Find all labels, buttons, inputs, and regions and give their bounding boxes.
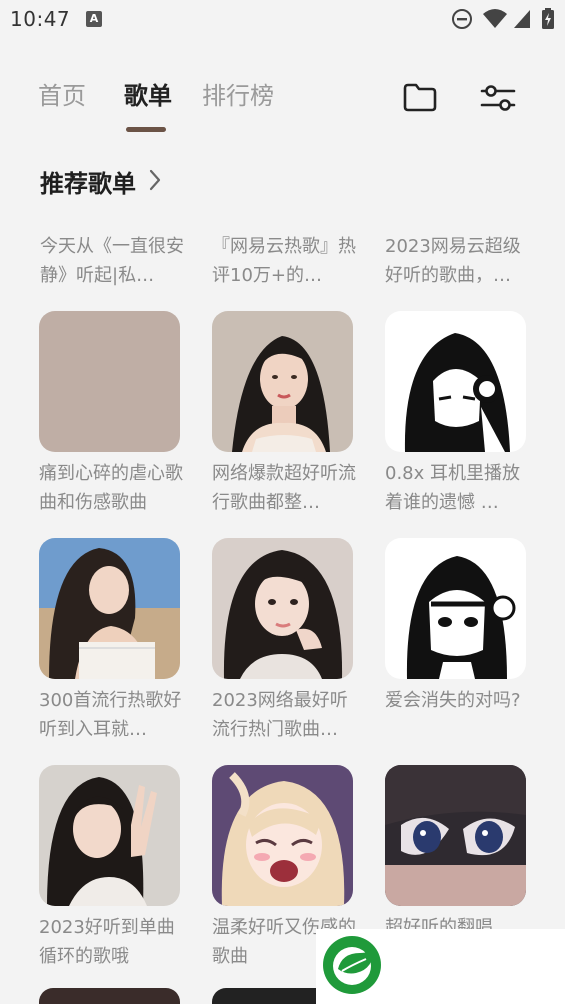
playlist-title: 0.8x 耳机里播放着谁的遗憾 … [385, 463, 520, 513]
playlist-card[interactable]: 2023网络最好听流行热门歌曲… [212, 538, 362, 744]
playlist-title: 300首流行热歌好听到入耳就… [39, 690, 182, 740]
chevron-right-icon[interactable] [147, 168, 163, 192]
status-time: 10:47 [10, 7, 71, 31]
playlist-card[interactable]: 300首流行热歌好听到入耳就… [39, 538, 189, 744]
playlist-title: 爱会消失的对吗? [385, 690, 521, 711]
leaf-logo-icon[interactable] [322, 935, 382, 995]
playlist-cover[interactable] [212, 311, 353, 452]
floating-overlay[interactable] [316, 929, 565, 1004]
do-not-disturb-icon [452, 9, 472, 29]
playlist-title: 痛到心碎的虐心歌曲和伤感歌曲 [39, 463, 183, 513]
playlist-cover[interactable] [212, 765, 353, 906]
tab-charts[interactable]: 排行榜 [202, 76, 274, 111]
playlist-cover[interactable] [385, 311, 526, 452]
playlist-cover[interactable] [39, 311, 180, 452]
wifi-icon [483, 9, 507, 28]
playlist-cover-peek[interactable] [39, 988, 180, 1004]
playlist-cover[interactable] [385, 538, 526, 679]
text-playlist-item[interactable]: 2023网易云超级好听的歌曲，… [385, 232, 535, 290]
status-bar: 10:47 A [0, 0, 565, 38]
tab-playlists[interactable]: 歌单 [124, 76, 172, 111]
notification-a-icon: A [86, 11, 102, 27]
active-tab-indicator [126, 127, 166, 132]
signal-icon [514, 10, 530, 28]
playlist-cover[interactable] [385, 765, 526, 906]
playlist-title: 网络爆款超好听流行歌曲都整… [212, 463, 356, 513]
playlist-card[interactable]: 痛到心碎的虐心歌曲和伤感歌曲 [39, 311, 189, 517]
playlist-card[interactable]: 爱会消失的对吗? [385, 538, 535, 744]
playlist-cover[interactable] [39, 538, 180, 679]
playlist-title: 2023网络最好听流行热门歌曲… [212, 690, 348, 740]
playlist-card[interactable]: 2023好听到单曲循环的歌哦 [39, 765, 189, 971]
filter-sliders-icon[interactable] [478, 78, 518, 118]
playlist-cover[interactable] [212, 538, 353, 679]
playlist-cover[interactable] [39, 765, 180, 906]
battery-icon [542, 8, 554, 29]
playlist-title: 2023好听到单曲循环的歌哦 [39, 917, 175, 967]
text-playlist-item[interactable]: 『网易云热歌』热评10万+的… [212, 232, 362, 290]
folder-icon[interactable] [400, 78, 440, 118]
tab-home[interactable]: 首页 [38, 76, 86, 111]
playlist-card[interactable]: 0.8x 耳机里播放着谁的遗憾 … [385, 311, 535, 517]
playlist-card[interactable]: 网络爆款超好听流行歌曲都整… [212, 311, 362, 517]
section-title[interactable]: 推荐歌单 [40, 164, 136, 199]
text-playlist-item[interactable]: 今天从《一直很安静》听起|私… [40, 232, 190, 290]
